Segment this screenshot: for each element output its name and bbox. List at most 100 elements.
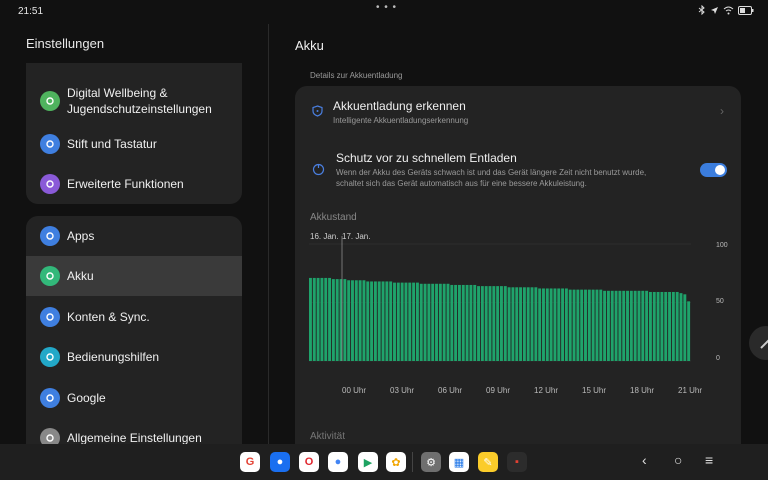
chart-bar <box>526 287 530 361</box>
sidebar-item-label: Erweiterte Funktionen <box>67 177 184 191</box>
chart-bar <box>335 279 339 361</box>
sidebar-item-google[interactable]: Google <box>26 378 242 418</box>
apps-icon <box>40 226 60 246</box>
settings-group-2: Apps Akku Konten & Sync. Bedienungshilfen Go… <box>26 216 242 446</box>
opera-app-icon[interactable]: O <box>299 452 319 472</box>
sidebar-item-digital-wellbeing[interactable]: Digital Wellbeing & Jugendschutzeinstell… <box>26 76 242 126</box>
assistant-app-icon[interactable]: ● <box>328 452 348 472</box>
y-tick-label: 0 <box>716 355 720 362</box>
chart-bar <box>568 289 572 361</box>
recents-button[interactable]: ≡ <box>705 452 713 468</box>
section-caption: Details zur Akkuentladung <box>310 71 403 80</box>
pen-icon <box>40 134 60 154</box>
settings-group-1: Digital Wellbeing & Jugendschutzeinstell… <box>26 63 242 204</box>
sidebar-item-label: Konten & Sync. <box>67 309 150 324</box>
more-dots-icon[interactable]: • • • <box>376 2 397 13</box>
chart-bar <box>500 286 503 361</box>
chart-bar <box>400 282 404 361</box>
sidebar-item-accessibility[interactable]: Bedienungshilfen <box>26 337 242 377</box>
x-tick-label: 09 Uhr <box>486 386 511 395</box>
chart-bar <box>679 293 683 361</box>
chart-bar <box>629 290 633 361</box>
chart-bar <box>587 289 591 361</box>
wifi-icon <box>723 6 734 14</box>
chart-bar <box>469 284 473 361</box>
chart-bar <box>576 289 580 361</box>
chart-bar <box>389 281 393 361</box>
google-icon <box>40 387 60 408</box>
chart-bar <box>660 291 664 361</box>
battery-icon <box>40 266 60 287</box>
chart-bar <box>354 280 358 361</box>
digital-wellbeing-icon <box>40 91 60 111</box>
chart-bar <box>626 290 629 361</box>
chart-bar <box>595 289 599 361</box>
pane-divider <box>268 24 269 444</box>
back-button[interactable]: ‹ <box>642 452 647 468</box>
chart-bar <box>412 282 416 361</box>
sidebar-item-label: Akku <box>67 269 94 284</box>
chart-bar <box>381 281 385 361</box>
chart-bar <box>393 282 396 361</box>
chart-bar <box>675 291 679 361</box>
chart-bar <box>473 284 477 361</box>
photos-app-icon[interactable]: ✿ <box>386 452 406 472</box>
pen-fab-button[interactable] <box>749 326 768 360</box>
sidebar-item-pen[interactable]: Stift und Tastatur <box>26 124 242 164</box>
x-tick-label: 06 Uhr <box>438 386 463 395</box>
chart-bar <box>431 283 435 361</box>
chart-bar <box>503 286 507 361</box>
chart-bar <box>362 280 366 361</box>
app-library-icon[interactable]: ▪ <box>507 452 527 472</box>
chart-bar <box>396 282 400 361</box>
play-store-app-icon[interactable]: ▶ <box>358 452 378 472</box>
y-tick-label: 100 <box>716 242 728 249</box>
sidebar-item-battery[interactable]: Akku <box>26 256 242 297</box>
chart-bar <box>316 277 320 361</box>
messages-app-icon[interactable]: ● <box>270 452 290 472</box>
sidebar-item-label: Bedienungshilfen <box>67 350 160 365</box>
chart-title: Akkustand <box>310 212 357 223</box>
home-button[interactable]: ○ <box>674 452 682 468</box>
fast-drain-protection-subtitle-2: schaltet sich das Gerät automatisch aus … <box>336 179 587 188</box>
sidebar-item-apps[interactable]: Apps <box>26 216 242 256</box>
detect-drain-subtitle: Intelligente Akkuentladungserkennung <box>333 116 469 125</box>
chart-bar <box>427 283 431 361</box>
battery-status-icon <box>738 5 754 15</box>
chevron-right-icon: › <box>720 104 724 118</box>
calendar-app-icon[interactable]: ▦ <box>449 452 469 472</box>
chart-bar <box>572 289 576 361</box>
chart-bar <box>347 280 351 361</box>
notes-app-icon[interactable]: ✎ <box>478 452 498 472</box>
chart-bar <box>656 291 660 361</box>
chart-bar <box>557 288 561 361</box>
chart-bar <box>351 280 354 361</box>
power-icon <box>312 163 325 176</box>
status-time: 21:51 <box>18 6 44 17</box>
x-tick-label: 00 Uhr <box>342 386 367 395</box>
chrome-app-icon[interactable]: G <box>240 452 260 472</box>
chart-bar <box>446 283 450 361</box>
chart-bar <box>561 288 565 361</box>
chart-bar <box>511 287 515 361</box>
fast-drain-protection-toggle[interactable] <box>700 163 727 177</box>
settings-app-icon[interactable]: ⚙ <box>421 452 441 472</box>
accounts-icon <box>40 306 60 327</box>
chart-bar <box>603 290 607 361</box>
chart-bar <box>534 287 538 361</box>
chart-bar <box>415 282 419 361</box>
chart-bar <box>580 289 584 361</box>
battery-level-chart[interactable] <box>305 236 715 396</box>
accessibility-icon <box>40 347 60 368</box>
chart-bar <box>633 290 637 361</box>
sidebar-item-accounts[interactable]: Konten & Sync. <box>26 297 242 337</box>
sidebar-item-general-settings[interactable]: Allgemeine Einstellungen <box>26 418 242 446</box>
chart-bar <box>331 279 335 361</box>
sidebar-item-extended-functions[interactable]: Erweiterte Funktionen <box>26 164 242 204</box>
chart-bar <box>492 286 496 361</box>
fast-drain-protection-subtitle-1: Wenn der Akku des Geräts schwach ist und… <box>336 168 647 177</box>
chart-bar <box>324 277 328 361</box>
settings-title: Einstellungen <box>26 36 105 51</box>
chart-bar <box>584 289 587 361</box>
chart-bar <box>522 287 526 361</box>
